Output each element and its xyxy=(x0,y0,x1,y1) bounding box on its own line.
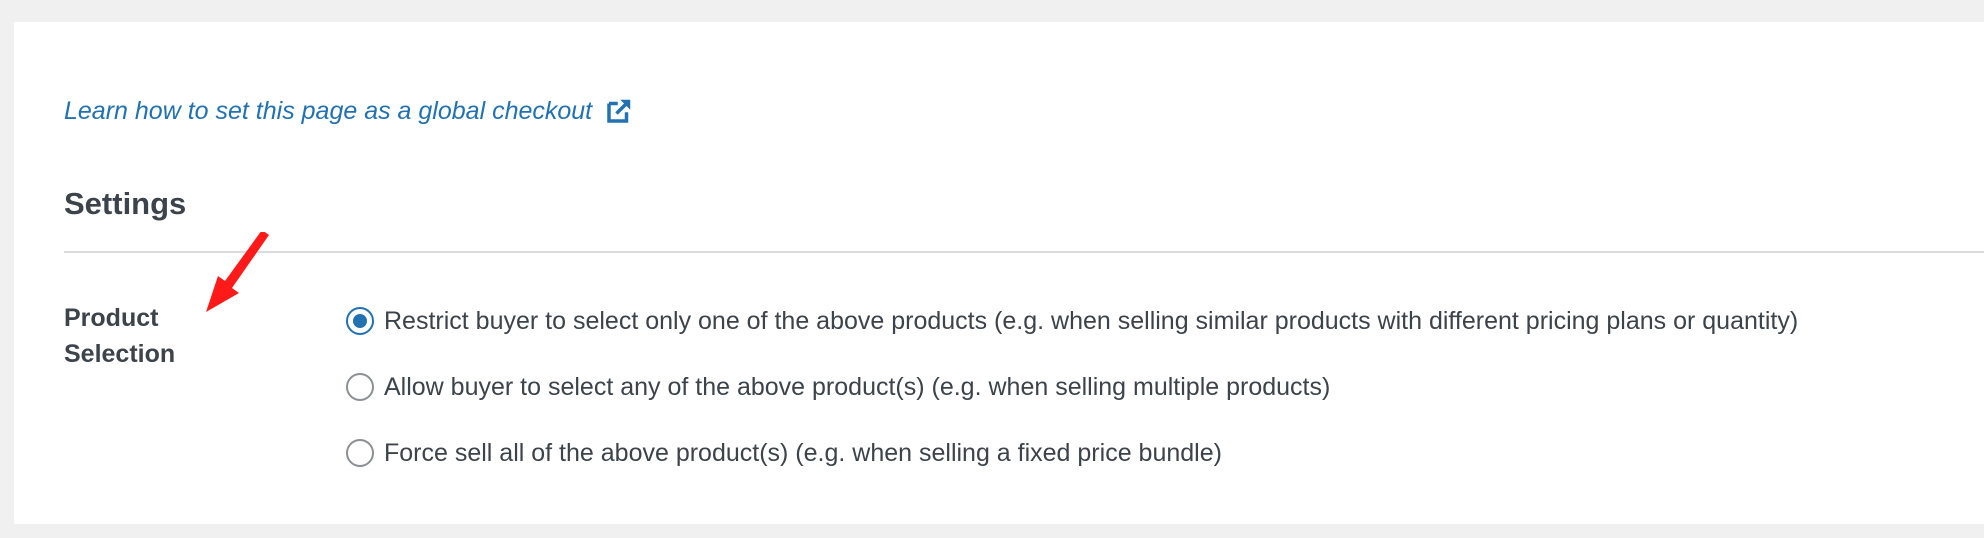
annotation-arrow-icon xyxy=(206,232,269,312)
product-selection-option-force-all[interactable]: Force sell all of the above product(s) (… xyxy=(346,434,1798,472)
external-link-icon xyxy=(607,99,631,123)
guide-link-text: Learn how to set this page as a global c… xyxy=(64,96,593,125)
product-selection-option-restrict-one[interactable]: Restrict buyer to select only one of the… xyxy=(346,302,1798,340)
radio-restrict-one[interactable] xyxy=(346,307,374,335)
product-selection-option-allow-any[interactable]: Allow buyer to select any of the above p… xyxy=(346,368,1798,406)
radio-allow-any[interactable] xyxy=(346,373,374,401)
global-checkout-guide-link[interactable]: Learn how to set this page as a global c… xyxy=(64,96,634,126)
settings-divider xyxy=(64,251,1984,253)
settings-panel: Learn how to set this page as a global c… xyxy=(14,22,1984,524)
option-restrict-one-label: Restrict buyer to select only one of the… xyxy=(384,306,1799,335)
radio-force-all[interactable] xyxy=(346,439,374,467)
settings-heading: Settings xyxy=(64,186,187,221)
product-selection-options: Restrict buyer to select only one of the… xyxy=(346,302,1798,500)
option-force-all-label: Force sell all of the above product(s) (… xyxy=(384,438,1222,467)
option-allow-any-label: Allow buyer to select any of the above p… xyxy=(384,372,1331,401)
product-selection-label-line2: Selection xyxy=(64,340,176,368)
